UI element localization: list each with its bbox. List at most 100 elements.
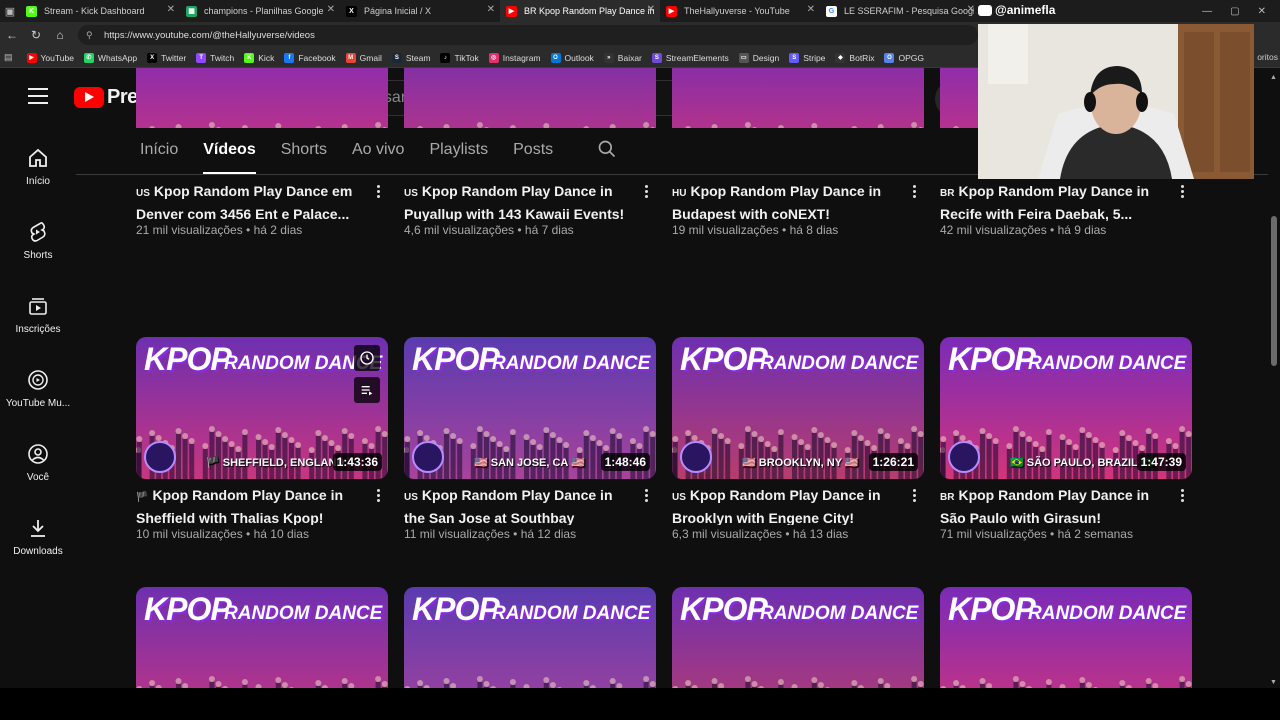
video-title[interactable]: HU Kpop Random Play Dance in Budapest wit… xyxy=(672,181,902,221)
thumbnail-random-dance-text: RANDOM DANCE xyxy=(1028,603,1187,624)
browser-tab[interactable]: X Página Inicial / X ✕ xyxy=(340,0,500,22)
more-actions-icon[interactable] xyxy=(640,181,652,201)
video-age: há 9 dias xyxy=(1057,223,1107,237)
minimize-icon[interactable]: — xyxy=(1202,6,1212,17)
video-thumbnail[interactable]: KPOP RANDOM DANCE 🇺🇸 SAN JOSE, CA 🇺🇸 1:48:4… xyxy=(404,337,656,479)
bookmark-item[interactable]: ▶ YouTube xyxy=(26,52,74,63)
more-actions-icon[interactable] xyxy=(908,485,920,505)
close-tab-icon[interactable]: ✕ xyxy=(327,4,335,15)
back-icon[interactable]: ← xyxy=(0,28,24,42)
video-thumbnail[interactable]: KPOP RANDOM DANCE 🇺🇸 BROOKLYN, NY 🇺🇸 1:26:2… xyxy=(672,337,924,479)
sidebar-item[interactable]: Início xyxy=(0,136,76,210)
tab-favicon-icon: X xyxy=(346,5,357,17)
bookmark-favicon-icon: ◎ xyxy=(488,52,499,63)
sidebar-item[interactable]: Downloads xyxy=(0,506,76,580)
bookmark-favicon-icon: S xyxy=(391,52,402,63)
video-thumbnail[interactable]: KPOP RANDOM DANCE xyxy=(672,587,924,688)
video-title-text: Kpop Random Play Dance em Denver com 345… xyxy=(136,183,353,221)
sidebar-item[interactable]: Inscrições xyxy=(0,284,76,358)
video-title[interactable]: US Kpop Random Play Dance in Brooklyn wit… xyxy=(672,485,902,525)
sidebar-item[interactable]: Shorts xyxy=(0,210,76,284)
maximize-icon[interactable]: ▢ xyxy=(1230,6,1239,17)
close-tab-icon[interactable]: ✕ xyxy=(807,4,815,15)
sidebar-item-label: Você xyxy=(26,472,50,483)
close-window-icon[interactable]: ✕ xyxy=(1258,6,1266,17)
thumbnail-random-dance-text: RANDOM DANCE xyxy=(492,353,651,374)
video-title[interactable]: US Kpop Random Play Dance em Denver com 3… xyxy=(136,181,366,221)
bookmark-item[interactable]: ♪ TikTok xyxy=(440,52,479,63)
more-actions-icon[interactable] xyxy=(1176,485,1188,505)
bookmark-item[interactable]: X Twitter xyxy=(147,52,187,63)
video-title[interactable]: BR Kpop Random Play Dance in São Paulo wi… xyxy=(940,485,1170,525)
channel-tab[interactable]: Posts xyxy=(513,138,553,174)
home-browser-icon[interactable]: ⌂ xyxy=(48,28,72,42)
site-info-icon[interactable]: ⚲ xyxy=(86,30,98,41)
channel-tab[interactable]: Início xyxy=(140,138,178,174)
video-meta: 21 mil visualizações • há 2 dias xyxy=(136,223,303,237)
bookmarks-more[interactable]: oritos xyxy=(1257,52,1278,62)
bookmark-label: Twitter xyxy=(161,52,187,63)
video-title[interactable]: US Kpop Random Play Dance in Puyallup wit… xyxy=(404,181,634,221)
youtube-music-icon xyxy=(28,370,48,390)
bookmark-item[interactable]: f Facebook xyxy=(284,52,336,63)
more-actions-icon[interactable] xyxy=(372,485,384,505)
scroll-up-icon[interactable]: ▲ xyxy=(1270,74,1277,81)
sidebar-item[interactable]: YouTube Mu... xyxy=(0,358,76,432)
close-tab-icon[interactable]: ✕ xyxy=(487,4,495,15)
close-tab-icon[interactable]: ✕ xyxy=(967,4,975,15)
scroll-down-icon[interactable]: ▼ xyxy=(1270,679,1277,686)
close-tab-icon[interactable]: ✕ xyxy=(647,4,655,15)
more-actions-icon[interactable] xyxy=(372,181,384,201)
add-to-queue-icon[interactable] xyxy=(354,377,380,403)
channel-tab[interactable]: Vídeos xyxy=(203,138,257,174)
bookmark-item[interactable]: ▭ Design xyxy=(738,52,779,63)
watch-later-icon[interactable] xyxy=(354,345,380,371)
video-thumbnail[interactable]: KPOP RANDOM DANCE 🏴 SHEFFIELD, ENGLAND 🏴 1:… xyxy=(136,337,388,479)
bookmark-label: Steam xyxy=(405,52,431,63)
channel-tab[interactable]: Shorts xyxy=(281,138,327,174)
video-title[interactable]: 🏴 Kpop Random Play Dance in Sheffield wit… xyxy=(136,485,366,525)
bookmark-item[interactable]: ◎ Instagram xyxy=(488,52,541,63)
channel-tab[interactable]: Playlists xyxy=(429,138,488,174)
video-thumbnail[interactable]: KPOP RANDOM DANCE xyxy=(136,587,388,688)
browser-tab[interactable]: K Stream - Kick Dashboard ✕ xyxy=(20,0,180,22)
bookmarks-toggle-icon[interactable]: ▤ xyxy=(4,52,13,63)
bookmark-item[interactable]: K Kick xyxy=(244,52,274,63)
reload-icon[interactable]: ↻ xyxy=(24,28,48,42)
window-menu-icon[interactable]: ▣ xyxy=(0,0,20,22)
scrollbar-thumb[interactable] xyxy=(1271,216,1277,366)
close-tab-icon[interactable]: ✕ xyxy=(167,4,175,15)
bookmark-item[interactable]: M Gmail xyxy=(345,52,382,63)
bookmark-item[interactable]: S Stripe xyxy=(789,52,825,63)
bookmark-item[interactable]: T Twitch xyxy=(196,52,234,63)
browser-tab[interactable]: ▶ BR Kpop Random Play Dance in São✕ xyxy=(500,0,660,22)
more-actions-icon[interactable] xyxy=(640,485,652,505)
sidebar-item[interactable]: Você xyxy=(0,432,76,506)
bookmark-item[interactable]: » Baixar xyxy=(603,52,642,63)
video-thumbnail[interactable]: KPOP RANDOM DANCE xyxy=(940,587,1192,688)
browser-tab[interactable]: ▶ TheHallyuverse - YouTube ✕ xyxy=(660,0,820,22)
url-field[interactable]: ⚲ https://www.youtube.com/@theHallyuvers… xyxy=(78,25,978,45)
bookmark-item[interactable]: ◆ BotRix xyxy=(835,52,874,63)
video-thumbnail[interactable]: KPOP RANDOM DANCE 🇧🇷 SÃO PAULO, BRAZIL 🇧🇷 1… xyxy=(940,337,1192,479)
browser-tab[interactable]: ▦ champions - Planilhas Google ✕ xyxy=(180,0,340,22)
thumbnail-location: 🇺🇸 SAN JOSE, CA 🇺🇸 xyxy=(474,457,585,469)
browser-tab-bar: ▣ K Stream - Kick Dashboard ✕ ▦ champions - … xyxy=(0,0,1280,22)
bookmark-item[interactable]: S StreamElements xyxy=(651,52,729,63)
more-actions-icon[interactable] xyxy=(1176,181,1188,201)
browser-tab[interactable]: G LE SSERAFIM - Pesquisa Google ✕ xyxy=(820,0,980,22)
video-thumbnail[interactable]: KPOP RANDOM DANCE xyxy=(404,587,656,688)
page-scrollbar[interactable]: ▲ ▼ xyxy=(1268,68,1280,688)
video-title[interactable]: BR Kpop Random Play Dance in Recife with … xyxy=(940,181,1170,221)
channel-tab[interactable]: Ao vivo xyxy=(352,138,404,174)
bookmark-item[interactable]: ✆ WhatsApp xyxy=(83,52,137,63)
bookmark-item[interactable]: S Steam xyxy=(391,52,431,63)
video-age: há 7 dias xyxy=(524,223,574,237)
channel-search-button[interactable] xyxy=(597,139,617,164)
bookmark-item[interactable]: O Outlook xyxy=(550,52,594,63)
bookmark-item[interactable]: O OPGG xyxy=(884,52,924,63)
video-title[interactable]: US Kpop Random Play Dance in the San Jose… xyxy=(404,485,634,525)
crowd-image xyxy=(940,676,1192,688)
more-actions-icon[interactable] xyxy=(908,181,920,201)
thumbnail-kpop-text: KPOP xyxy=(680,68,768,74)
